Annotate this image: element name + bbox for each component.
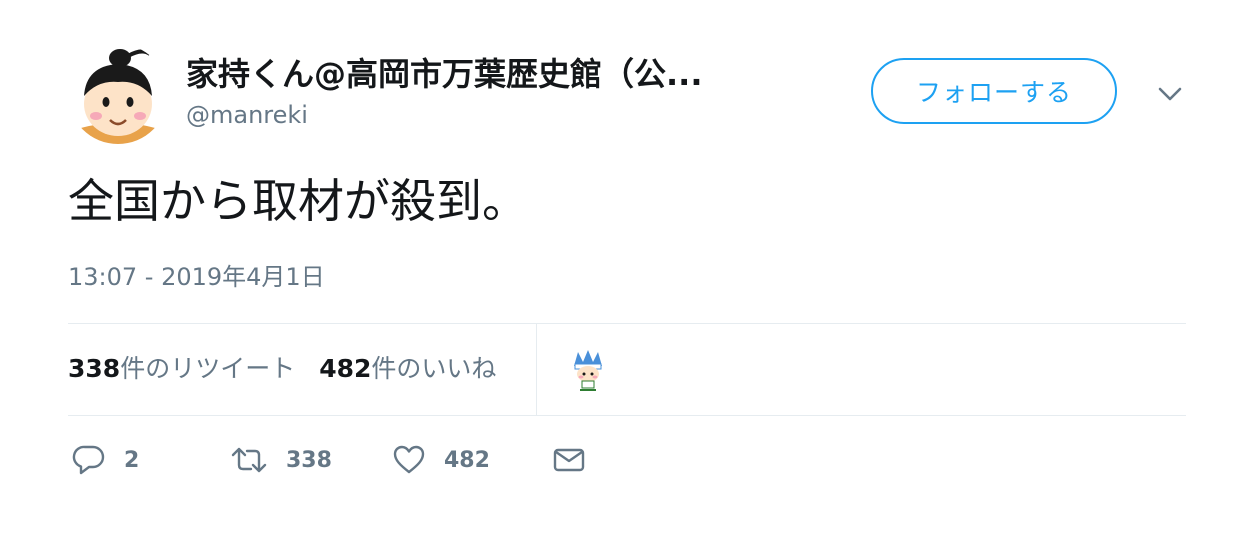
divider bbox=[68, 323, 1186, 324]
follow-button[interactable]: フォローする bbox=[871, 58, 1117, 124]
retweets-count: 338 bbox=[68, 354, 121, 383]
display-name[interactable]: 家持くん@高岡市万葉歴史館（公... bbox=[186, 54, 806, 94]
retweet-icon bbox=[231, 447, 267, 473]
retweets-stat[interactable]: 338件のリツイート bbox=[68, 352, 295, 386]
liker-avatar-image bbox=[564, 346, 612, 394]
reply-icon bbox=[72, 445, 105, 475]
likes-stat[interactable]: 482件のいいね bbox=[319, 352, 496, 386]
retweet-count: 338 bbox=[286, 447, 332, 473]
divider bbox=[68, 415, 1186, 416]
tweet-text: 全国から取材が殺到。 bbox=[68, 174, 528, 228]
direct-message-button[interactable] bbox=[552, 440, 586, 480]
user-handle[interactable]: @manreki bbox=[186, 100, 308, 130]
avatar-image bbox=[68, 44, 168, 144]
likes-count: 482 bbox=[319, 354, 372, 383]
heart-icon bbox=[393, 445, 425, 474]
divider bbox=[536, 324, 537, 415]
chevron-down-icon[interactable] bbox=[1156, 84, 1184, 104]
tweet-stats: 338件のリツイート 482件のいいね bbox=[68, 352, 496, 386]
reply-count: 2 bbox=[124, 447, 140, 473]
like-button[interactable]: 482 bbox=[392, 440, 490, 480]
retweet-button[interactable]: 338 bbox=[230, 440, 332, 480]
reply-button[interactable]: 2 bbox=[72, 440, 139, 480]
tweet-timestamp[interactable]: 13:07 - 2019年4月1日 bbox=[68, 262, 325, 292]
envelope-icon bbox=[553, 448, 585, 472]
retweets-label: 件のリツイート bbox=[120, 354, 296, 383]
like-count: 482 bbox=[444, 447, 490, 473]
liker-avatar[interactable] bbox=[564, 346, 612, 394]
likes-label: 件のいいね bbox=[371, 354, 497, 383]
avatar[interactable] bbox=[68, 44, 168, 144]
